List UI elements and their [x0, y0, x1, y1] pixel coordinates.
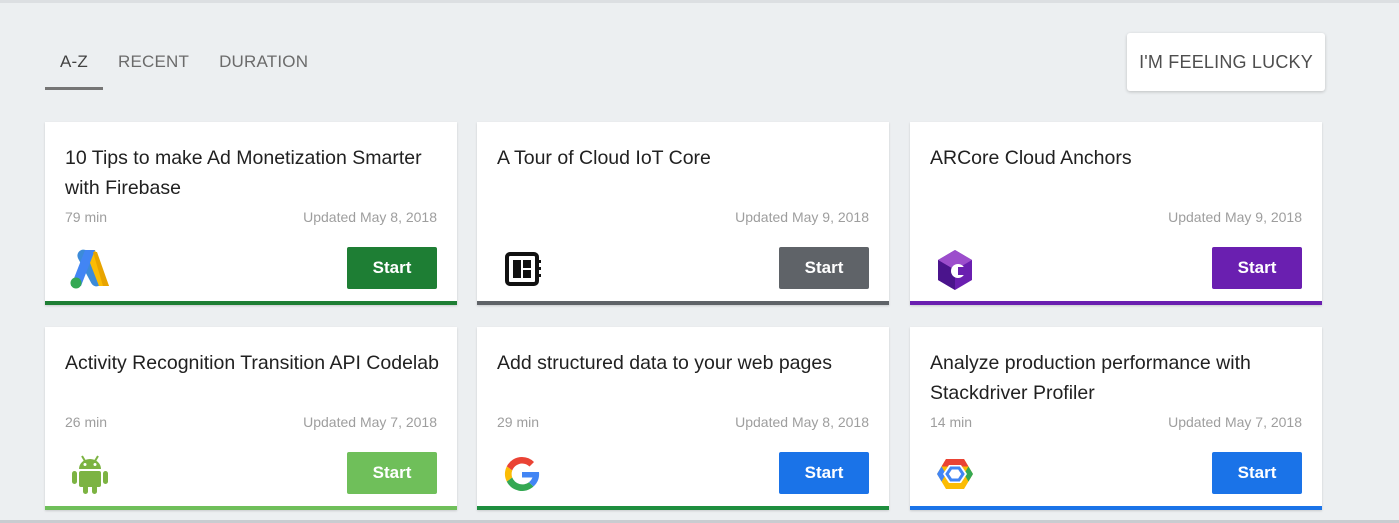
start-button[interactable]: Start	[347, 247, 437, 289]
card-updated: Updated May 7, 2018	[1168, 414, 1302, 430]
top-divider	[0, 0, 1399, 3]
tab-recent[interactable]: RECENT	[103, 40, 204, 87]
card-duration: 14 min	[930, 414, 973, 430]
codelab-card[interactable]: Activity Recognition Transition API Code…	[45, 327, 457, 510]
card-title[interactable]: ARCore Cloud Anchors	[930, 143, 1310, 173]
codelab-card[interactable]: ARCore Cloud Anchors Updated May 9, 2018…	[910, 122, 1322, 305]
codelab-card[interactable]: Analyze production performance with Stac…	[910, 327, 1322, 510]
card-updated: Updated May 7, 2018	[303, 414, 437, 430]
android-icon	[67, 451, 113, 497]
sort-tabs: A-Z RECENT DURATION	[45, 40, 323, 90]
card-updated: Updated May 8, 2018	[735, 414, 869, 430]
google-ads-icon	[67, 246, 113, 292]
card-title[interactable]: Add structured data to your web pages	[497, 348, 877, 378]
start-button[interactable]: Start	[779, 247, 869, 289]
card-title[interactable]: Analyze production performance with Stac…	[930, 348, 1310, 408]
google-cloud-icon	[932, 451, 978, 497]
codelab-card[interactable]: 10 Tips to make Ad Monetization Smarter …	[45, 122, 457, 305]
start-button[interactable]: Start	[347, 452, 437, 494]
codelab-card[interactable]: A Tour of Cloud IoT Core Updated May 9, …	[477, 122, 889, 305]
start-button[interactable]: Start	[1212, 452, 1302, 494]
start-button[interactable]: Start	[779, 452, 869, 494]
card-title[interactable]: 10 Tips to make Ad Monetization Smarter …	[65, 143, 445, 203]
card-updated: Updated May 9, 2018	[1168, 209, 1302, 225]
card-updated: Updated May 9, 2018	[735, 209, 869, 225]
card-updated: Updated May 8, 2018	[303, 209, 437, 225]
tab-duration[interactable]: DURATION	[204, 40, 323, 87]
card-duration: 29 min	[497, 414, 540, 430]
card-title[interactable]: Activity Recognition Transition API Code…	[65, 348, 445, 378]
card-duration: 79 min	[65, 209, 108, 225]
card-title[interactable]: A Tour of Cloud IoT Core	[497, 143, 877, 173]
google-g-icon	[499, 451, 545, 497]
feeling-lucky-button[interactable]: I'M FEELING LUCKY	[1127, 33, 1325, 91]
iot-board-icon	[499, 246, 545, 292]
tab-a-z[interactable]: A-Z	[45, 40, 103, 90]
arcore-icon	[932, 246, 978, 292]
codelab-card[interactable]: Add structured data to your web pages 29…	[477, 327, 889, 510]
start-button[interactable]: Start	[1212, 247, 1302, 289]
card-duration: 26 min	[65, 414, 108, 430]
